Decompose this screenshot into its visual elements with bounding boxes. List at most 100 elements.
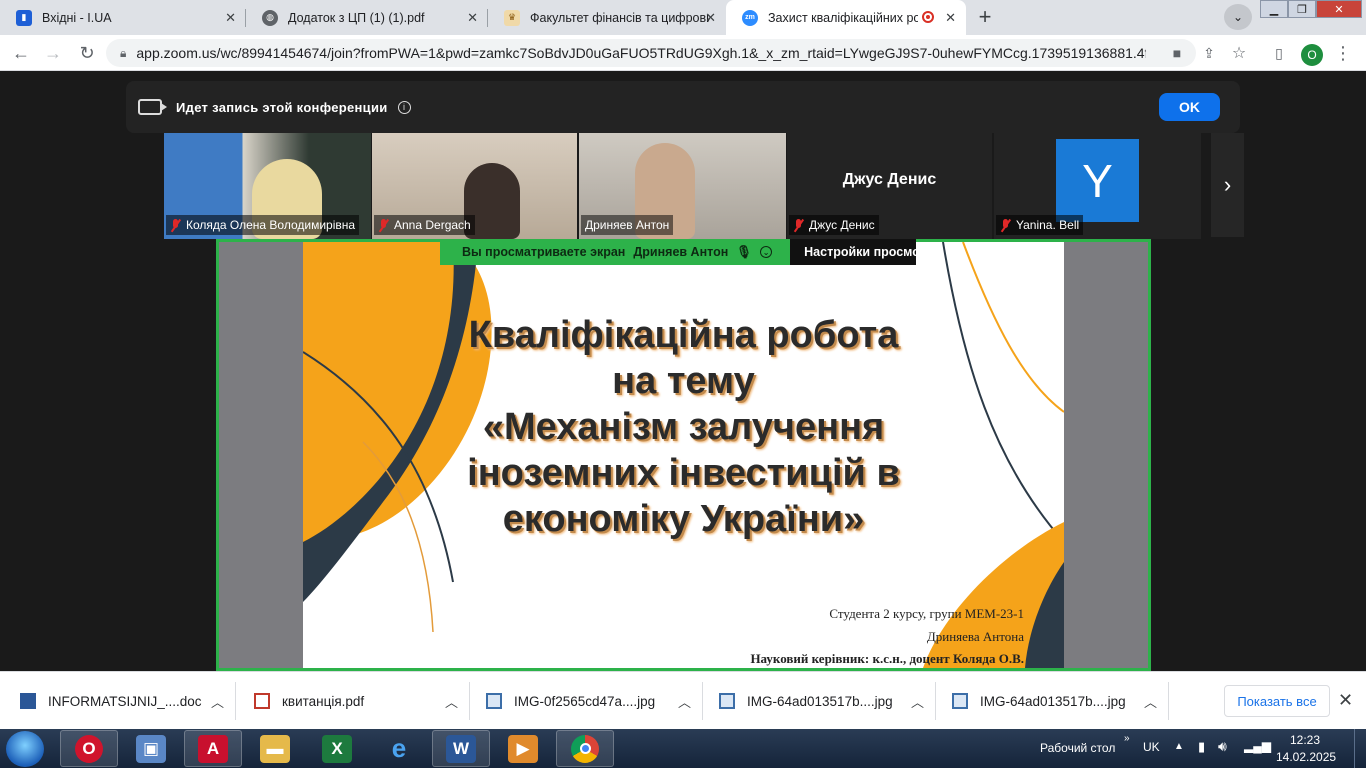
browser-tab-strip: ▮ Вхідні - I.UA ✕ ◍ Додаток з ЦП (1) (1)… — [0, 0, 1366, 35]
zoom-meeting-area: Идет запись этой конференции i OK Коляда… — [0, 71, 1366, 671]
menu-kebab-icon[interactable]: ⋮ — [1330, 41, 1356, 65]
show-desktop-button[interactable] — [1354, 729, 1366, 768]
download-item[interactable]: INFORMATSIJNIJ_....doc ︿ — [0, 672, 236, 730]
image-icon — [719, 693, 735, 709]
next-page-chevron-icon[interactable]: › — [1211, 133, 1244, 237]
download-shelf: INFORMATSIJNIJ_....doc ︿ квитанція.pdf ︿… — [0, 671, 1366, 729]
chevron-up-icon[interactable]: ︿ — [445, 692, 458, 711]
mic-icon: 🎙︎ — [736, 244, 753, 259]
presenter-name: Дриняев Антон — [633, 245, 729, 259]
download-item[interactable]: IMG-64ad013517b....jpg ︿ — [936, 672, 1169, 730]
tab-zoom-active[interactable]: zm Захист кваліфікаційних роб ✕ — [726, 0, 966, 35]
chevron-up-icon[interactable]: ︿ — [678, 692, 691, 711]
ok-button[interactable]: OK — [1159, 93, 1220, 121]
internet-explorer-icon: e — [391, 733, 407, 763]
minimize-button[interactable]: ▁ — [1260, 0, 1288, 18]
download-item[interactable]: IMG-64ad013517b....jpg ︿ — [703, 672, 936, 730]
participant-name: Коляда Олена Володимирівна — [186, 218, 356, 232]
desktop-toolbar-label[interactable]: Рабочий стол — [1040, 741, 1115, 755]
new-tab-button[interactable]: + — [970, 4, 1000, 30]
mic-muted-icon — [793, 218, 804, 232]
tab-search-button[interactable]: ⌄ — [1224, 4, 1252, 30]
reload-button[interactable]: ↻ — [74, 41, 100, 65]
participant-avatar: Y — [1056, 139, 1139, 222]
taskbar-acrobat[interactable]: A — [184, 730, 242, 767]
url-text[interactable]: app.zoom.us/wc/89941454674/join?fromPWA=… — [136, 45, 1146, 61]
taskbar-explorer[interactable]: ▬ — [246, 730, 304, 767]
participant-tile[interactable]: Y Yanina. Bell — [994, 133, 1201, 239]
folder-icon: ▬ — [260, 734, 290, 763]
slide-name-line: Дриняева Антона — [926, 629, 1024, 644]
recording-banner-text: Идет запись этой конференции — [176, 99, 388, 115]
opera-icon: O — [75, 734, 103, 763]
taskbar-network[interactable]: ▣ — [122, 730, 180, 767]
close-icon[interactable]: ✕ — [1338, 690, 1353, 711]
taskbar-media[interactable]: ▶ — [494, 730, 552, 767]
show-all-downloads-button[interactable]: Показать все — [1224, 685, 1330, 717]
start-button[interactable] — [6, 731, 44, 767]
chevron-up-icon[interactable]: ︿ — [911, 692, 924, 711]
pdf-icon — [254, 693, 270, 709]
close-icon[interactable]: ✕ — [225, 10, 236, 26]
address-bar[interactable]: 🔒︎ app.zoom.us/wc/89941454674/join?fromP… — [106, 39, 1196, 67]
tab-pdf[interactable]: ◍ Додаток з ЦП (1) (1).pdf ✕ — [246, 0, 488, 35]
mail-icon: ▮ — [16, 9, 32, 26]
battery-icon[interactable]: ▮ — [1198, 739, 1205, 755]
presentation-slide: Кваліфікаційна робота на тему «Механізм … — [303, 242, 1064, 668]
participant-tile[interactable]: Коляда Олена Володимирівна — [164, 133, 371, 239]
participant-name: Дриняев Антон — [585, 218, 670, 232]
chevron-up-icon[interactable]: ︿ — [1144, 692, 1157, 711]
word-doc-icon — [20, 693, 36, 709]
back-button[interactable]: ← — [8, 41, 34, 65]
share-icon[interactable]: ⇪ — [1196, 41, 1222, 65]
slide-title-line: Кваліфікаційна робота — [468, 314, 899, 356]
view-settings-button[interactable]: Настройки просмотра — [790, 239, 917, 265]
download-name: INFORMATSIJNIJ_....doc — [48, 693, 202, 709]
taskbar-excel[interactable]: X — [308, 730, 366, 767]
recording-banner: Идет запись этой конференции i OK — [126, 81, 1240, 133]
participant-name-bar: Коляда Олена Володимирівна — [166, 215, 360, 235]
close-icon[interactable]: ✕ — [467, 10, 478, 26]
taskbar-opera[interactable]: O — [60, 730, 118, 767]
side-panel-icon[interactable]: ▯ — [1266, 41, 1292, 65]
media-player-icon: ▶ — [508, 734, 538, 763]
window-close-button[interactable]: ✕ — [1316, 0, 1362, 18]
taskbar-ie[interactable]: e — [370, 730, 428, 767]
close-icon[interactable]: ✕ — [945, 10, 956, 26]
wifi-icon[interactable]: ▂▄▆ — [1244, 739, 1271, 753]
download-name: IMG-64ad013517b....jpg — [980, 693, 1126, 709]
taskbar-chrome[interactable] — [556, 730, 614, 767]
chrome-icon — [571, 734, 599, 763]
language-indicator[interactable]: UK — [1143, 740, 1160, 754]
tab-title: Вхідні - I.UA — [42, 10, 112, 25]
tab-inbox[interactable]: ▮ Вхідні - I.UA ✕ — [0, 0, 246, 35]
tray-expand-icon[interactable]: ▲ — [1174, 741, 1184, 752]
toolbar-expand-icon[interactable]: » — [1124, 733, 1130, 744]
participant-name-bar: Yanina. Bell — [996, 215, 1084, 235]
forward-button[interactable]: → — [40, 41, 66, 65]
close-icon[interactable]: ✕ — [705, 10, 716, 26]
screen-share-viewing-bar: Вы просматриваете экран Дриняев Антон 🎙︎… — [440, 239, 917, 265]
restore-button[interactable]: ❐ — [1288, 0, 1316, 18]
download-item[interactable]: IMG-0f2565cd47a....jpg ︿ — [470, 672, 703, 730]
participant-tile[interactable]: Дриняев Антон — [579, 133, 786, 239]
mic-muted-icon — [1000, 218, 1011, 232]
profile-avatar[interactable]: O — [1301, 44, 1323, 66]
tab-faculty[interactable]: ♛ Факультет фінансів та цифрови ✕ — [488, 0, 726, 35]
participant-tile[interactable]: Anna Dergach — [372, 133, 577, 239]
slide-title-line: економіку України» — [502, 498, 865, 540]
volume-icon[interactable]: 🔊︎ — [1218, 738, 1227, 755]
download-item[interactable]: квитанція.pdf ︿ — [236, 672, 470, 730]
mic-muted-icon — [170, 218, 181, 232]
bookmark-star-icon[interactable]: ☆ — [1226, 41, 1252, 65]
slide-advisor-line: Науковий керівник: к.с.н., доцент Коляда… — [750, 651, 1024, 666]
info-icon[interactable]: i — [397, 100, 411, 114]
slide-title-line: «Механізм залучення — [482, 406, 885, 448]
camera-icon[interactable]: ■ — [1164, 41, 1190, 65]
taskbar-word[interactable]: W — [432, 730, 490, 767]
chevron-down-icon[interactable]: ⌄ — [760, 246, 773, 258]
clock-time[interactable]: 12:23 — [1290, 733, 1320, 747]
chevron-up-icon[interactable]: ︿ — [211, 692, 224, 711]
participant-tile[interactable]: Джус Денис Джус Денис — [787, 133, 992, 239]
clock-date[interactable]: 14.02.2025 — [1276, 750, 1336, 764]
